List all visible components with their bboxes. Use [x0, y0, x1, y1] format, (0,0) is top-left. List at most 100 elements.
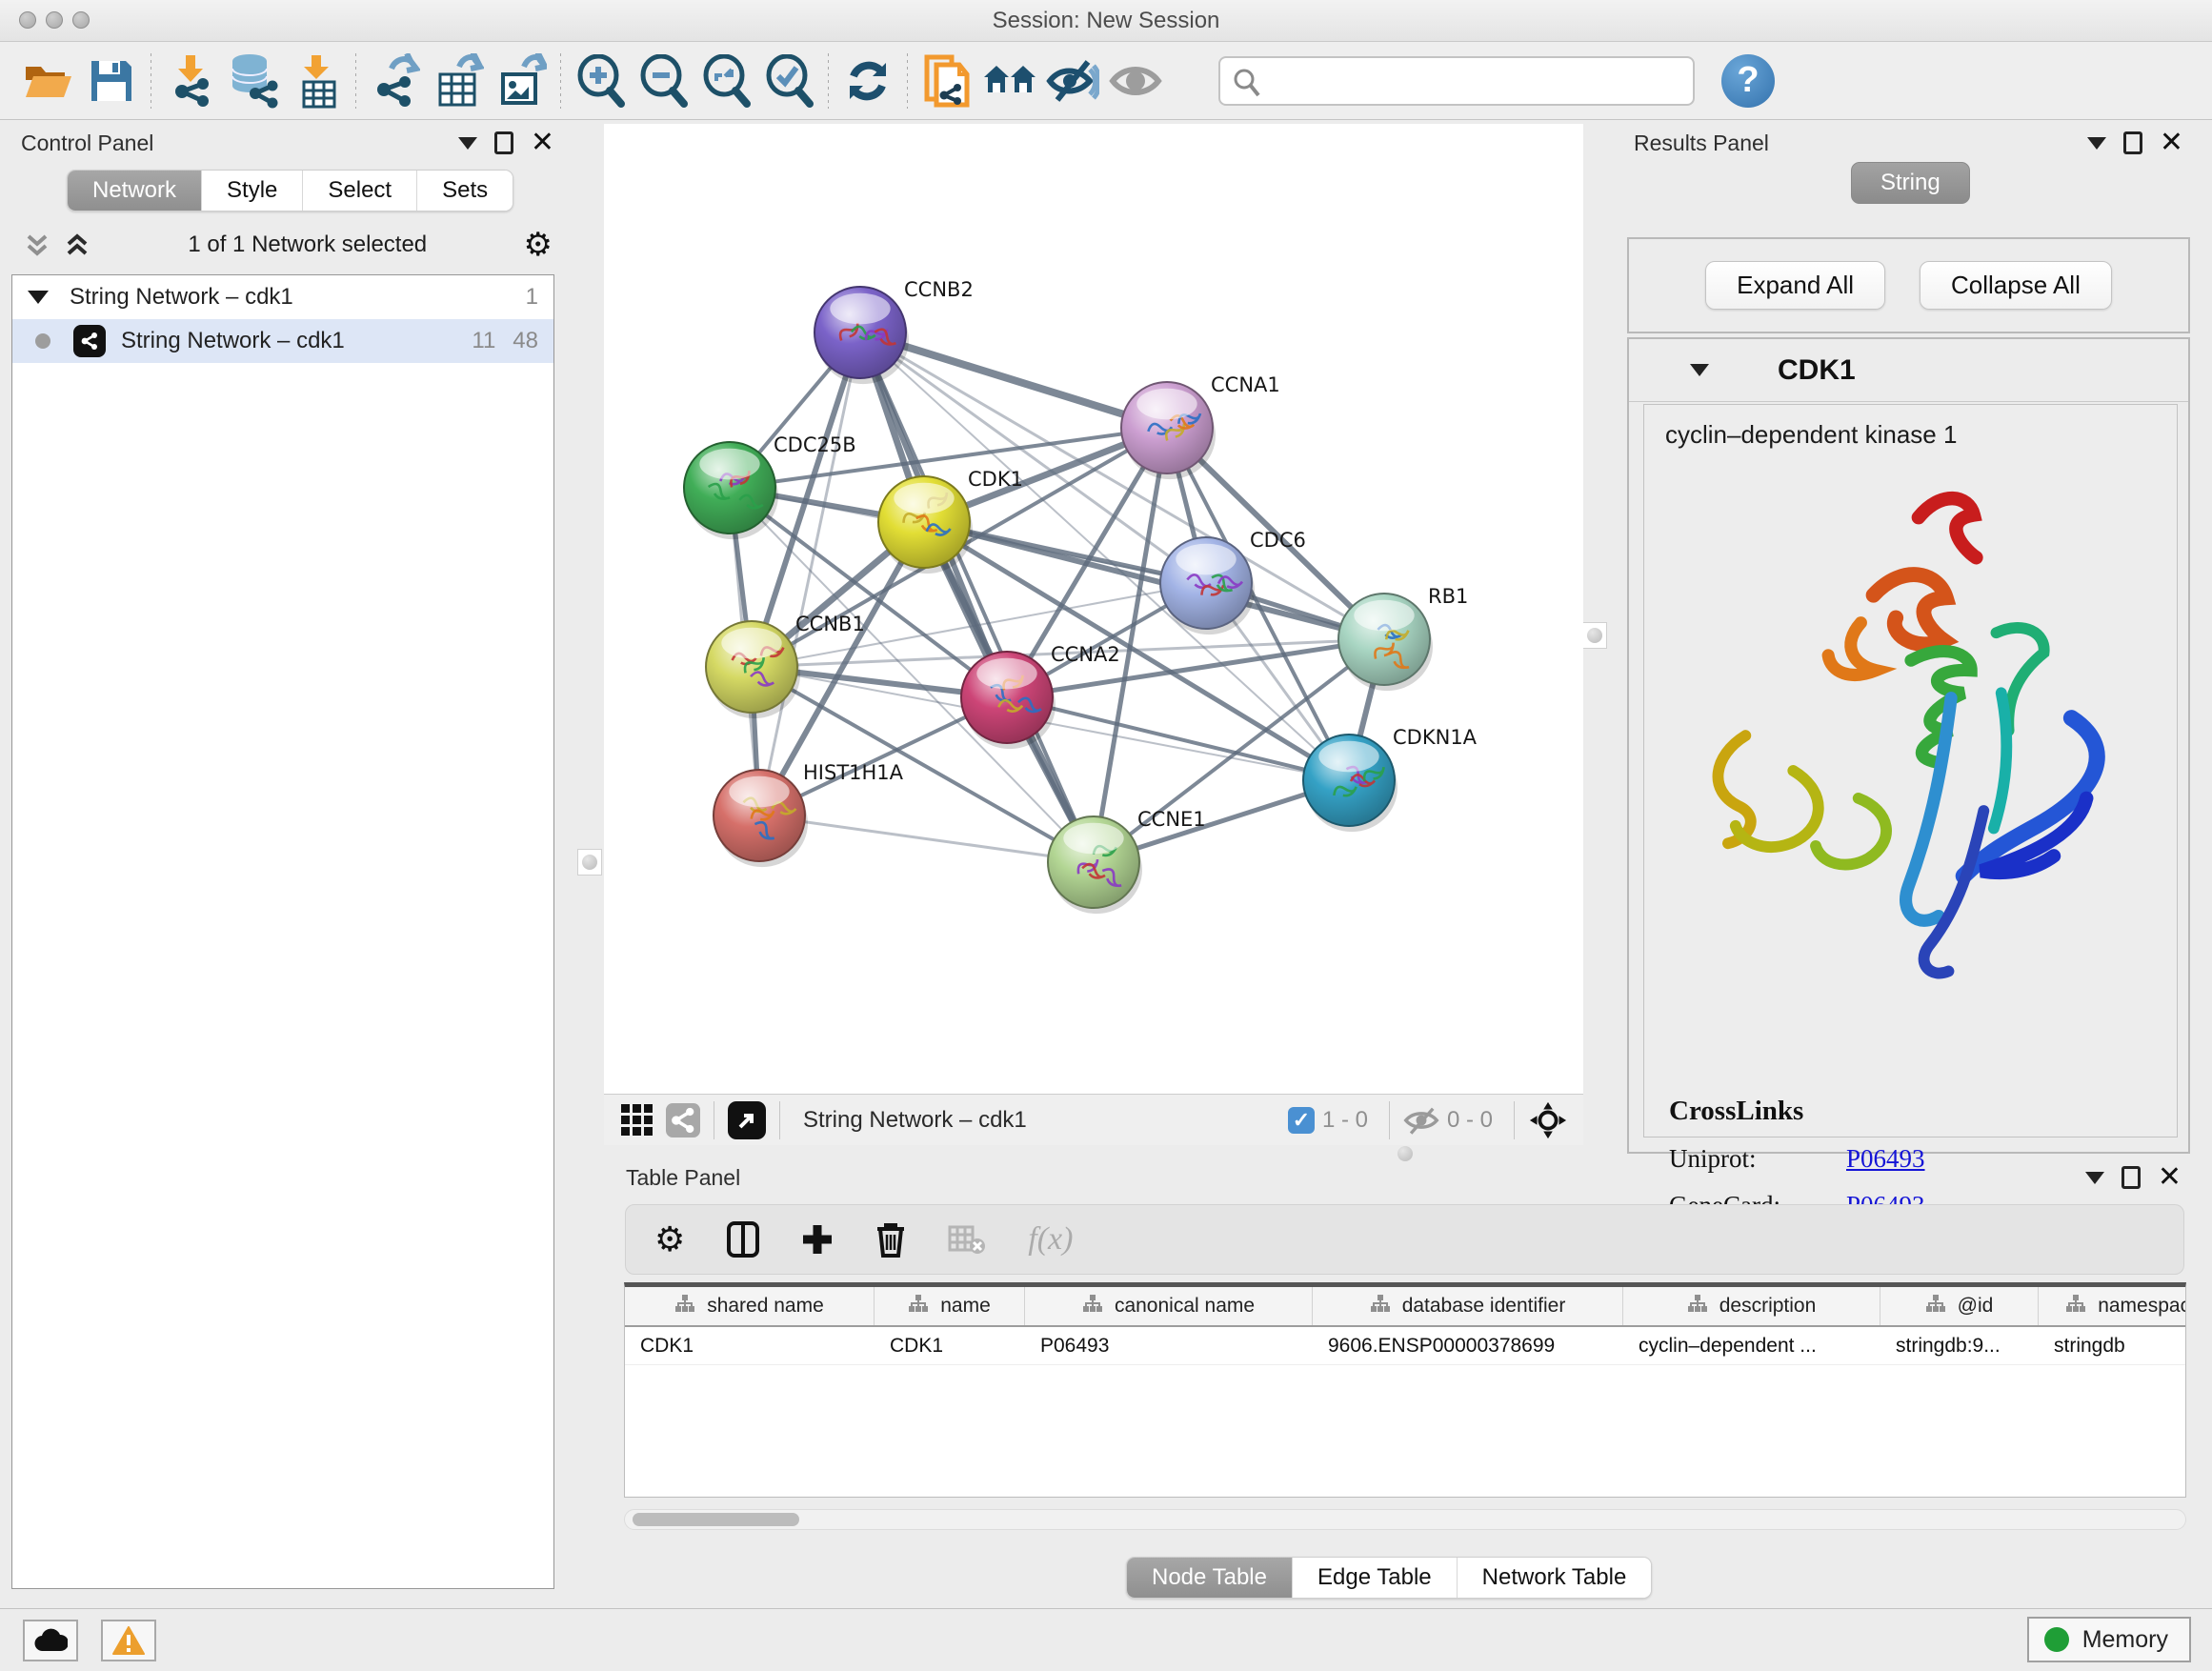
tab-edge-table[interactable]: Edge Table — [1293, 1558, 1458, 1598]
refresh-button[interactable] — [836, 50, 899, 112]
table-cell[interactable]: CDK1 — [875, 1327, 1025, 1364]
column-header-namespace[interactable]: namespace — [2039, 1287, 2186, 1325]
export-table-button[interactable] — [427, 50, 490, 112]
table-cell[interactable]: stringdb — [2039, 1327, 2186, 1364]
table-row[interactable]: CDK1CDK1P064939606.ENSP00000378699cyclin… — [625, 1327, 2185, 1365]
node-CDK1[interactable]: CDK1 — [878, 468, 1023, 574]
collapse-all-icon[interactable] — [23, 231, 51, 259]
delete-column-icon[interactable] — [875, 1221, 906, 1258]
panel-float-icon[interactable] — [494, 131, 513, 154]
zoom-selected-button[interactable] — [757, 50, 820, 112]
panel-menu-icon[interactable] — [458, 137, 477, 150]
tab-node-table[interactable]: Node Table — [1127, 1558, 1293, 1598]
show-columns-icon[interactable] — [727, 1221, 759, 1258]
search-input[interactable] — [1218, 56, 1695, 106]
table-horizontal-scrollbar[interactable] — [624, 1509, 2186, 1530]
import-network-database-button[interactable] — [222, 50, 285, 112]
share-view-icon[interactable] — [666, 1103, 700, 1137]
network-options-gear-icon[interactable]: ⚙ — [524, 229, 553, 261]
hidden-eye-slash-icon[interactable] — [1403, 1106, 1439, 1135]
open-in-browser-button[interactable] — [728, 1101, 766, 1139]
birds-eye-view-icon[interactable] — [1528, 1100, 1568, 1140]
panel-float-icon[interactable] — [2122, 1166, 2141, 1189]
node-CCNB2[interactable]: CCNB2 — [814, 278, 974, 384]
table-cell[interactable]: 9606.ENSP00000378699 — [1313, 1327, 1623, 1364]
table-cell[interactable]: stringdb:9... — [1880, 1327, 2039, 1364]
tab-string[interactable]: String — [1851, 162, 1970, 204]
grid-view-icon[interactable] — [621, 1104, 653, 1136]
zoom-in-button[interactable] — [569, 50, 632, 112]
cloud-status-button[interactable] — [23, 1620, 78, 1661]
zoom-window-button[interactable] — [72, 11, 90, 29]
import-table-button[interactable] — [285, 50, 348, 112]
column-header-name[interactable]: name — [875, 1287, 1025, 1325]
node-label-CCNB1: CCNB1 — [795, 613, 865, 635]
expand-all-button[interactable]: Expand All — [1705, 261, 1885, 310]
node-CCNE1[interactable]: CCNE1 — [1048, 808, 1206, 914]
panel-close-icon[interactable]: ✕ — [2160, 131, 2183, 154]
table-options-gear-icon[interactable]: ⚙ — [654, 1222, 685, 1257]
close-window-button[interactable] — [19, 11, 36, 29]
save-session-button[interactable] — [80, 50, 143, 112]
panel-menu-icon[interactable] — [2087, 137, 2106, 150]
scrollbar-thumb[interactable] — [633, 1513, 799, 1526]
table-cell[interactable]: cyclin–dependent ... — [1623, 1327, 1880, 1364]
node-CDC25B[interactable]: CDC25B — [684, 433, 856, 539]
panel-menu-icon[interactable] — [2085, 1172, 2104, 1184]
node-HIST1H1A[interactable]: HIST1H1A — [714, 761, 904, 867]
column-header-canonical-name[interactable]: canonical name — [1025, 1287, 1313, 1325]
network-graph[interactable]: CCNB2CCNA1CDC25BCDK1CDC6RB1CCNB1CCNA2CDK… — [604, 124, 1583, 1094]
node-CCNA1[interactable]: CCNA1 — [1121, 373, 1280, 479]
hide-selected-button[interactable] — [1041, 50, 1104, 112]
network-from-selection-button[interactable] — [915, 50, 978, 112]
network-canvas[interactable]: CCNB2CCNA1CDC25BCDK1CDC6RB1CCNB1CCNA2CDK… — [604, 124, 1583, 1094]
zoom-out-button[interactable] — [632, 50, 694, 112]
gene-section-header[interactable]: CDK1 — [1629, 339, 2188, 402]
node-RB1[interactable]: RB1 — [1338, 585, 1468, 691]
gene-expander-icon[interactable] — [1690, 364, 1709, 376]
function-builder-button[interactable]: f(x) — [1028, 1221, 1073, 1258]
column-header-database-identifier[interactable]: database identifier — [1313, 1287, 1623, 1325]
collapse-all-button[interactable]: Collapse All — [1920, 261, 2112, 310]
tab-sets[interactable]: Sets — [417, 171, 513, 211]
table-cell[interactable]: P06493 — [1025, 1327, 1313, 1364]
tab-network-table[interactable]: Network Table — [1458, 1558, 1652, 1598]
node-table[interactable]: shared namenamecanonical namedatabase id… — [624, 1282, 2186, 1498]
control-panel: Control Panel ✕ NetworkStyleSelectSets 1… — [11, 126, 564, 1601]
home-button[interactable] — [978, 50, 1041, 112]
tab-style[interactable]: Style — [202, 171, 303, 211]
memory-button[interactable]: Memory — [2027, 1617, 2191, 1662]
zoom-out-icon — [638, 54, 688, 108]
delete-table-icon[interactable] — [948, 1223, 986, 1256]
warning-status-button[interactable] — [101, 1620, 156, 1661]
import-network-file-button[interactable] — [159, 50, 222, 112]
selected-nodes-checkbox[interactable]: ✓ — [1288, 1107, 1315, 1134]
left-splitter-handle[interactable] — [577, 849, 602, 876]
column-header-@id[interactable]: @id — [1880, 1287, 2039, 1325]
network-row[interactable]: String Network – cdk1 11 48 — [12, 319, 553, 363]
column-header-shared-name[interactable]: shared name — [625, 1287, 875, 1325]
tab-network[interactable]: Network — [68, 171, 202, 211]
zoom-fit-button[interactable] — [694, 50, 757, 112]
export-image-button[interactable] — [490, 50, 553, 112]
right-splitter-handle[interactable] — [1582, 622, 1607, 649]
table-cell[interactable]: CDK1 — [625, 1327, 875, 1364]
help-button[interactable]: ? — [1721, 54, 1775, 108]
panel-close-icon[interactable]: ✕ — [531, 131, 554, 154]
add-column-icon[interactable] — [801, 1223, 834, 1256]
export-network-button[interactable] — [364, 50, 427, 112]
expand-all-icon[interactable] — [63, 231, 91, 259]
panel-close-icon[interactable]: ✕ — [2158, 1166, 2182, 1189]
panel-float-icon[interactable] — [2123, 131, 2142, 154]
open-session-button[interactable] — [17, 50, 80, 112]
network-collection-row[interactable]: String Network – cdk1 1 — [12, 275, 553, 319]
table-type-tabs: Node TableEdge TableNetwork Table — [1126, 1557, 1652, 1599]
edge-HIST1H1A-CCNE1[interactable] — [759, 815, 1094, 862]
tab-select[interactable]: Select — [303, 171, 417, 211]
node-label-CCNA2: CCNA2 — [1051, 643, 1120, 666]
node-CDKN1A[interactable]: CDKN1A — [1303, 726, 1478, 832]
show-all-button[interactable] — [1104, 50, 1167, 112]
column-header-description[interactable]: description — [1623, 1287, 1880, 1325]
minimize-window-button[interactable] — [46, 11, 63, 29]
collection-expander-icon[interactable] — [28, 291, 49, 304]
